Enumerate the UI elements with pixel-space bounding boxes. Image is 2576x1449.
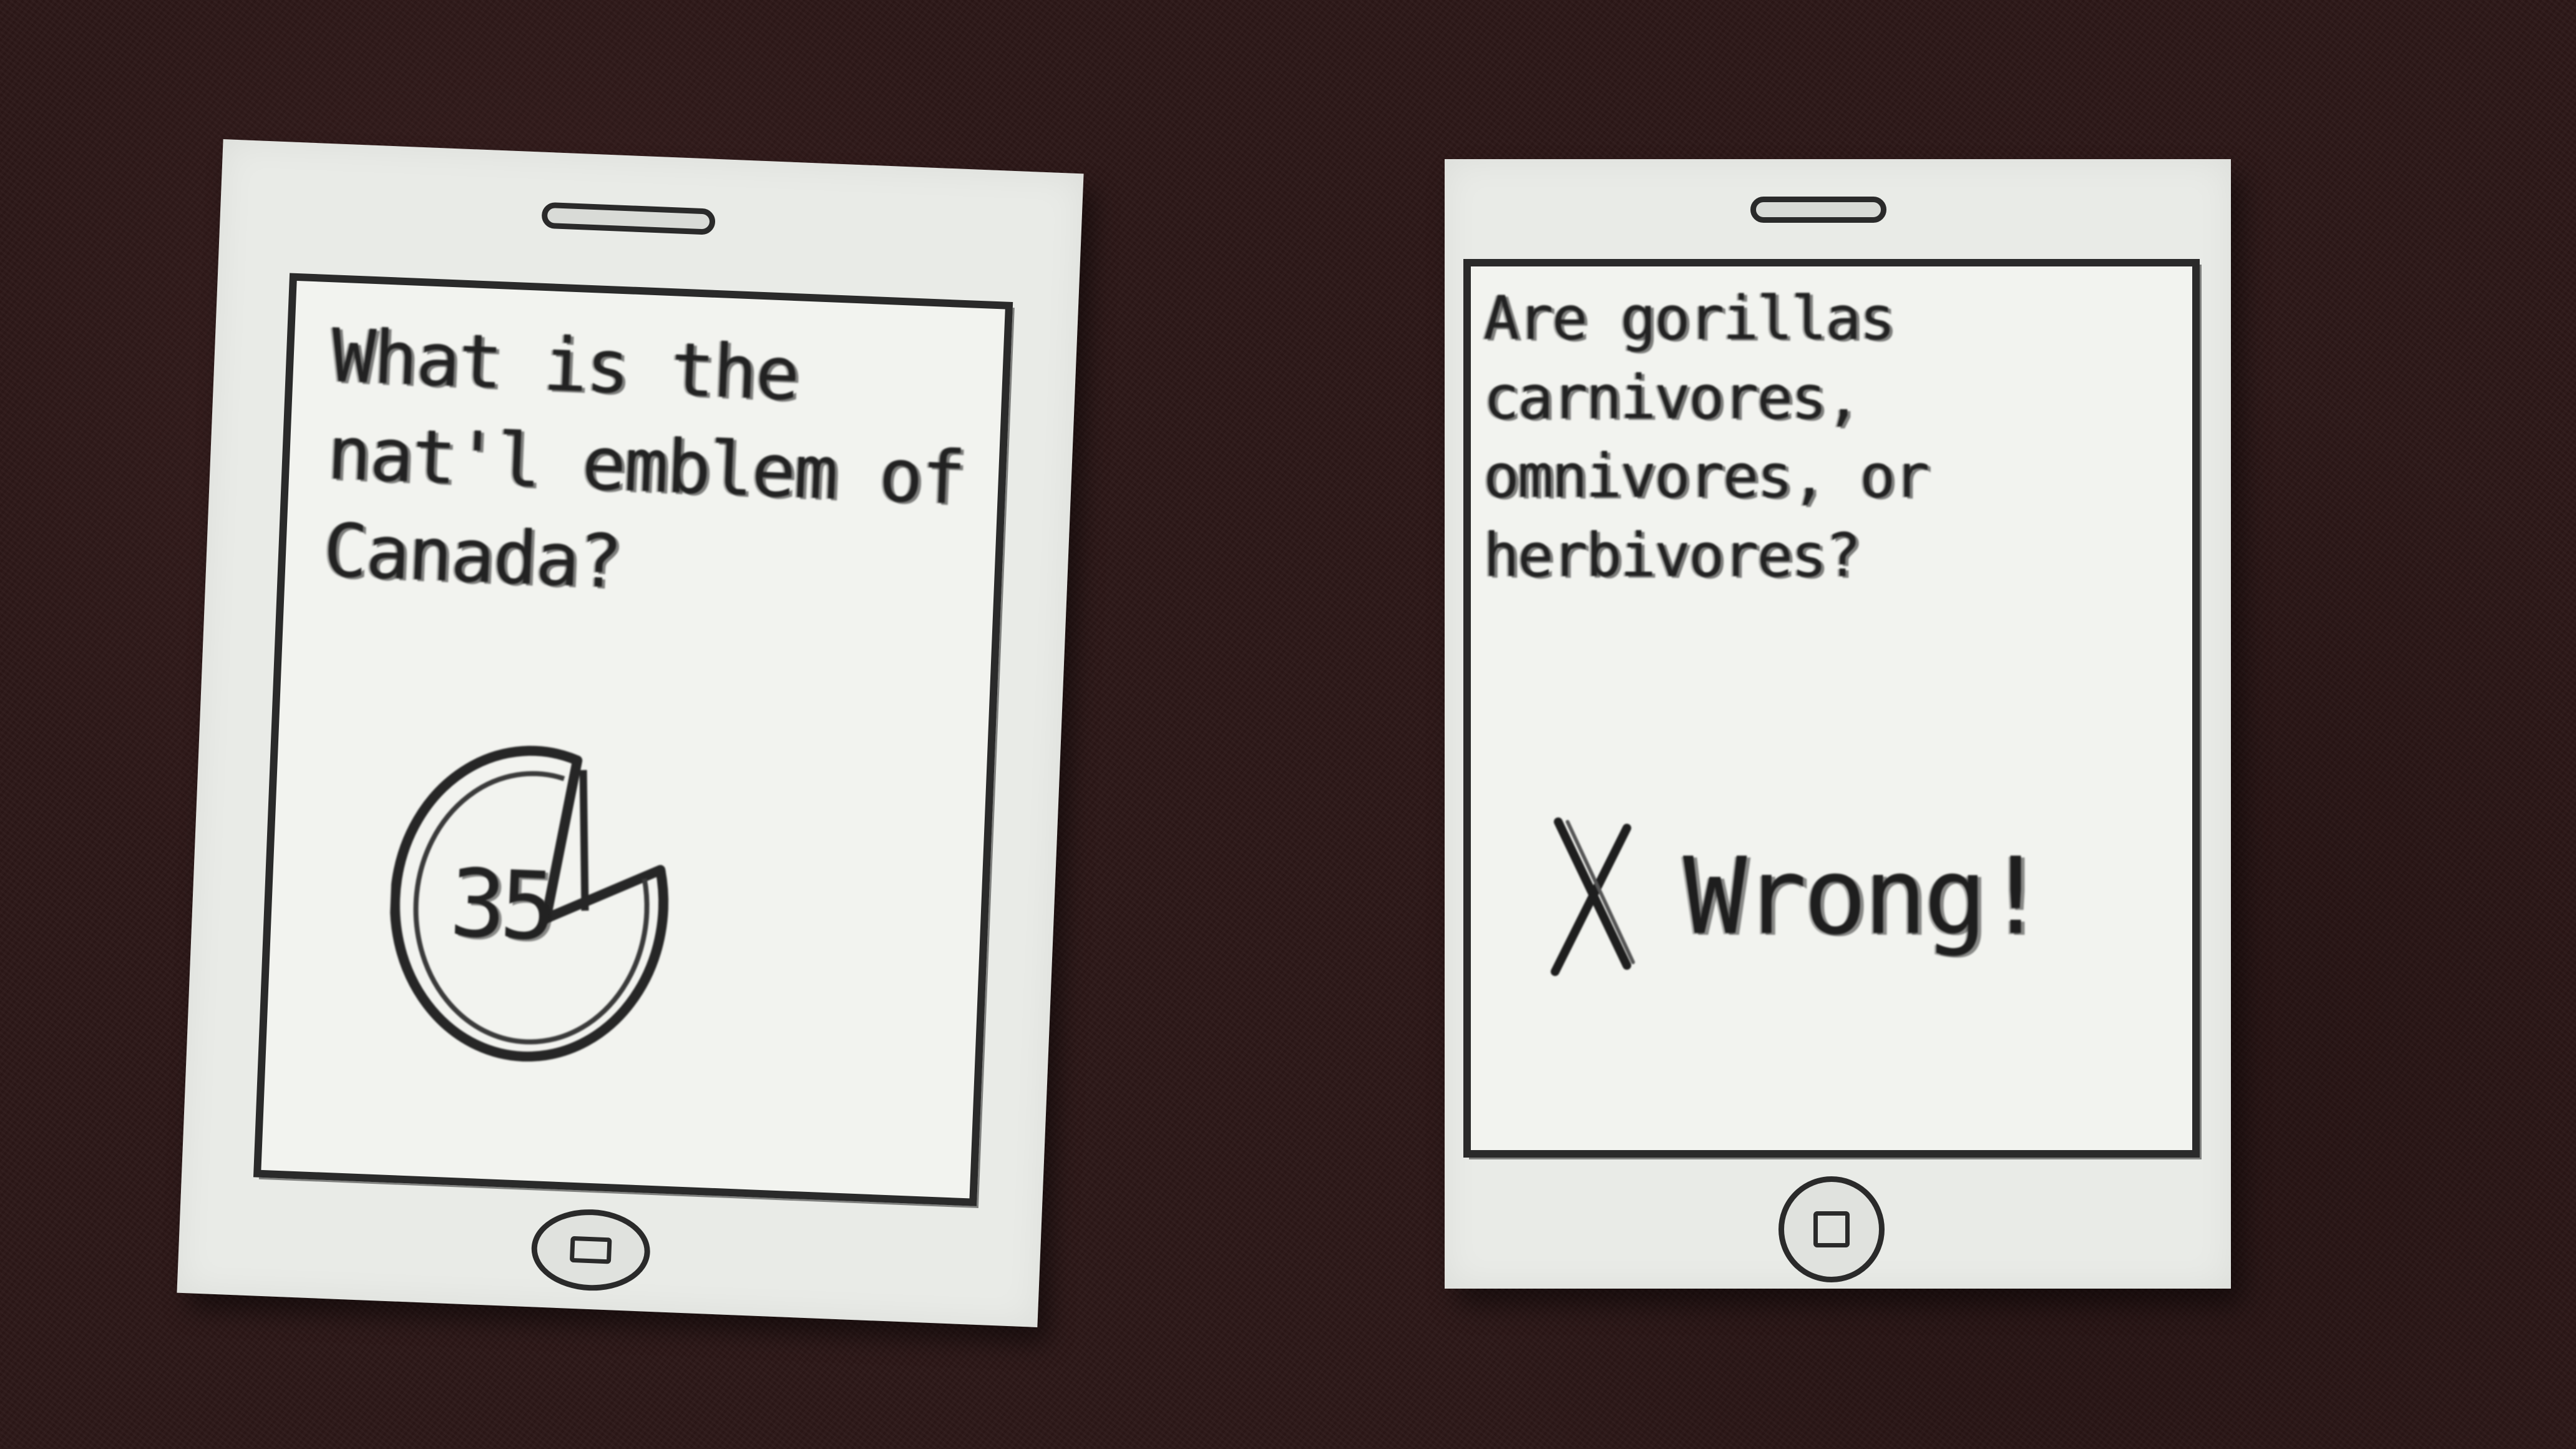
home-button-icon[interactable] bbox=[530, 1207, 652, 1293]
home-button-inner bbox=[1813, 1211, 1850, 1247]
home-button-icon[interactable] bbox=[1778, 1176, 1885, 1282]
speaker-slot bbox=[1750, 197, 1886, 223]
phone-screen: Are gorillas carnivores, omnivores, or h… bbox=[1463, 259, 2200, 1158]
question-text: Are gorillas carnivores, omnivores, or h… bbox=[1483, 283, 1963, 591]
phone-screen: What is the nat'l emblem of Canada? 35 bbox=[253, 273, 1013, 1206]
home-button-inner bbox=[570, 1236, 612, 1264]
question-text: What is the nat'l emblem of Canada? bbox=[321, 312, 1008, 605]
countdown-timer: 35 bbox=[384, 734, 690, 1076]
timer-value: 35 bbox=[447, 849, 552, 962]
phone-mockup-left: What is the nat'l emblem of Canada? 35 bbox=[177, 139, 1084, 1327]
phone-mockup-right: Are gorillas carnivores, omnivores, or h… bbox=[1445, 159, 2231, 1289]
speaker-slot bbox=[541, 202, 716, 235]
answer-feedback: Wrong! bbox=[1546, 816, 2047, 978]
x-mark-icon bbox=[1551, 817, 1635, 976]
feedback-text: Wrong! bbox=[1683, 835, 2047, 959]
